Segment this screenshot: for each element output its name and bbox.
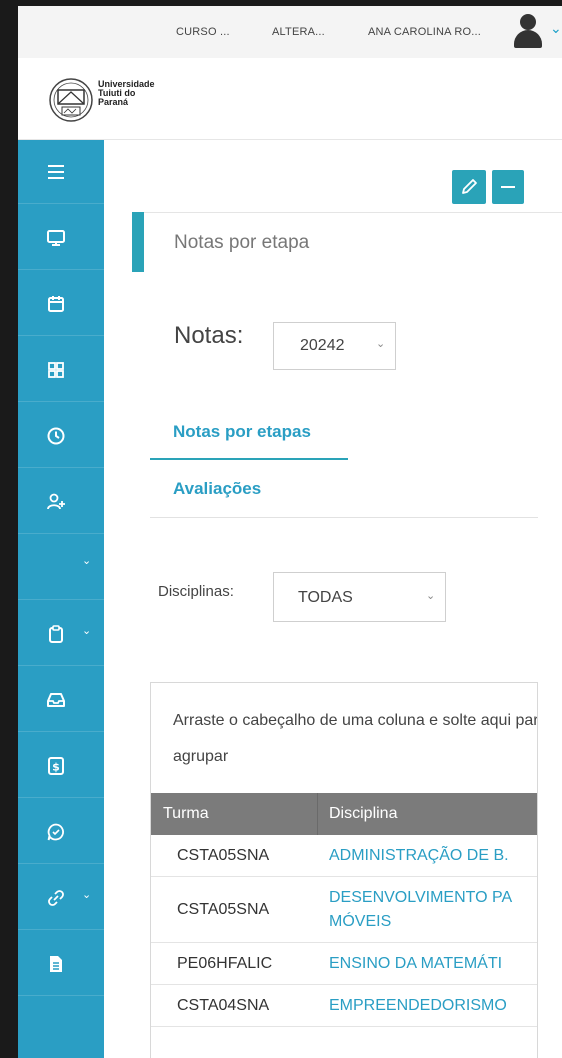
calendar-icon xyxy=(48,296,64,312)
tab-notas-por-etapas[interactable]: Notas por etapas xyxy=(173,422,311,442)
monitor-icon xyxy=(47,230,65,246)
pencil-icon xyxy=(462,179,477,194)
svg-text:$: $ xyxy=(52,761,60,774)
sidebar-item-expand[interactable]: ⌄ xyxy=(18,536,104,600)
column-header-disciplina[interactable]: Disciplina xyxy=(329,805,397,823)
document-icon xyxy=(50,956,62,972)
chevron-down-icon: ⌄ xyxy=(376,338,386,350)
grid-icon xyxy=(48,362,64,378)
column-header-turma[interactable]: Turma xyxy=(163,805,209,823)
alter-menu[interactable]: ALTERA... xyxy=(272,26,325,38)
section-divider xyxy=(144,212,562,213)
sidebar-item-clipboard[interactable]: ⌄ xyxy=(18,602,104,666)
top-bar: CURSO ... ALTERA... ANA CAROLINA RO... ⌄ xyxy=(18,6,562,58)
link-icon xyxy=(48,890,64,906)
section-accent-bar xyxy=(132,212,144,272)
sidebar-item-finance[interactable]: $ xyxy=(18,734,104,798)
chevron-down-icon: ⌄ xyxy=(426,590,436,602)
avatar-icon[interactable] xyxy=(512,12,542,50)
table-row[interactable]: CSTA05SNA ADMINISTRAÇÃO DE B. xyxy=(151,835,537,877)
user-name[interactable]: ANA CAROLINA RO... xyxy=(368,26,481,38)
logo-bar: Universidade Tuiuti do Paraná xyxy=(18,58,562,140)
clipboard-icon xyxy=(49,625,63,643)
sidebar-item-chat[interactable] xyxy=(18,800,104,864)
disciplina-link[interactable]: MÓVEIS xyxy=(329,911,391,933)
chat-icon xyxy=(47,823,64,841)
notas-label: Notas: xyxy=(174,322,244,349)
table-row[interactable]: CSTA05SNA DESENVOLVIMENTO PA MÓVEIS xyxy=(151,877,537,943)
add-user-icon xyxy=(47,493,65,510)
disciplina-link[interactable]: ENSINO DA MATEMÁTI xyxy=(329,953,502,975)
sidebar-item-grid[interactable] xyxy=(18,338,104,402)
active-tab-indicator xyxy=(150,458,348,460)
table-row[interactable]: CSTA04SNA EMPREENDEDORISMO xyxy=(151,985,537,1027)
sidebar-item-clock[interactable] xyxy=(18,404,104,468)
university-logo-icon xyxy=(49,78,93,122)
sidebar: ⌄ ⌄ $ ⌄ xyxy=(18,140,104,1058)
sidebar-item-add-user[interactable] xyxy=(18,470,104,534)
sidebar-item-inbox[interactable] xyxy=(18,668,104,732)
disciplina-link[interactable]: ADMINISTRAÇÃO DE B. xyxy=(329,845,509,867)
table-header: Turma Disciplina xyxy=(151,793,537,835)
sidebar-item-menu[interactable] xyxy=(18,140,104,204)
chevron-down-icon: ⌄ xyxy=(82,625,92,637)
minus-icon xyxy=(501,186,515,188)
chevron-down-icon: ⌄ xyxy=(82,889,92,901)
chevron-down-icon: ⌄ xyxy=(82,555,92,567)
sidebar-item-monitor[interactable] xyxy=(18,206,104,270)
disciplinas-label: Disciplinas: xyxy=(158,583,234,600)
menu-icon xyxy=(48,165,64,179)
clock-icon xyxy=(47,427,65,445)
course-menu[interactable]: CURSO ... xyxy=(176,26,230,38)
dollar-icon: $ xyxy=(48,757,64,775)
sidebar-item-calendar[interactable] xyxy=(18,272,104,336)
sidebar-item-document[interactable] xyxy=(18,932,104,996)
table-row[interactable]: PE06HFALIC ENSINO DA MATEMÁTI xyxy=(151,943,537,985)
sidebar-item-links[interactable]: ⌄ xyxy=(18,866,104,930)
inbox-icon xyxy=(47,693,65,707)
notas-period-select[interactable]: 20242 ⌄ xyxy=(273,322,396,370)
window-frame-left xyxy=(0,0,18,1058)
disciplinas-select[interactable]: TODAS ⌄ xyxy=(273,572,446,622)
tabs-divider xyxy=(150,517,538,518)
edit-button[interactable] xyxy=(452,170,486,204)
page-title: Notas por etapa xyxy=(174,232,310,253)
disciplina-link[interactable]: EMPREENDEDORISMO xyxy=(329,995,507,1017)
collapse-button[interactable] xyxy=(492,170,524,204)
group-drop-area[interactable]: Arraste o cabeçalho de uma coluna e solt… xyxy=(173,703,537,775)
university-name: Universidade Tuiuti do Paraná xyxy=(98,79,155,107)
grades-grid: Arraste o cabeçalho de uma coluna e solt… xyxy=(150,682,538,1058)
tab-avaliacoes[interactable]: Avaliações xyxy=(173,479,261,499)
disciplina-link[interactable]: DESENVOLVIMENTO PA xyxy=(329,887,512,909)
user-menu-chevron-icon[interactable]: ⌄ xyxy=(550,20,562,37)
